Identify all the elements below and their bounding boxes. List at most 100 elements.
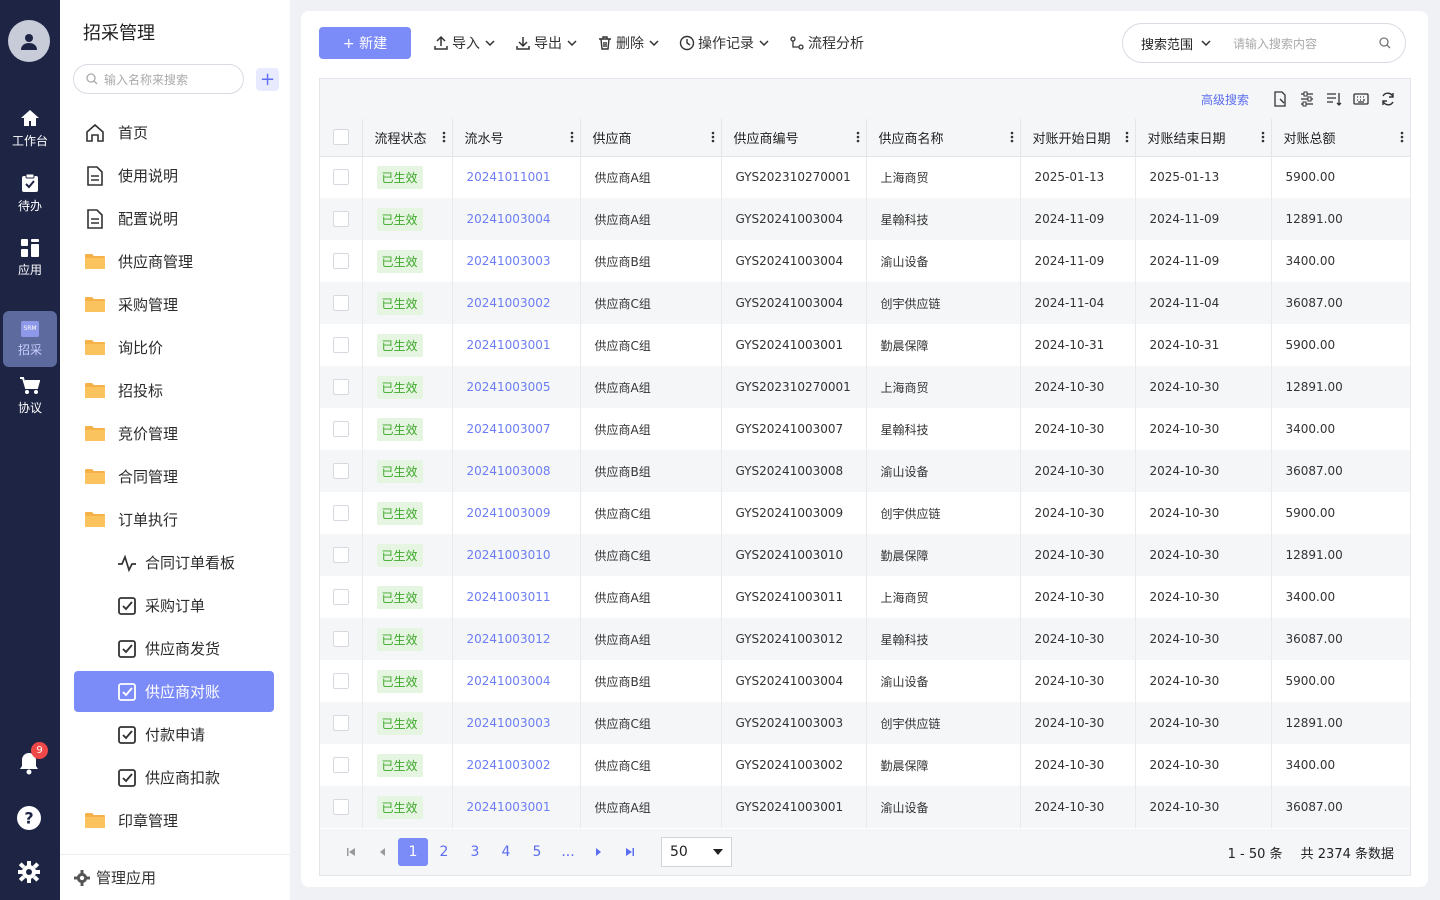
rail-item-srm[interactable]: SRM 招采: [3, 311, 57, 367]
flow-analysis-button[interactable]: 流程分析: [789, 33, 864, 53]
serial-cell[interactable]: 20241003004: [452, 198, 581, 240]
serial-cell[interactable]: 20241003001: [452, 786, 581, 828]
prev-page-button[interactable]: [367, 838, 397, 866]
sidebar-item-16[interactable]: 印章管理: [74, 799, 274, 842]
serial-link[interactable]: 20241003003: [467, 254, 551, 268]
serial-link[interactable]: 20241003004: [467, 674, 551, 688]
column-menu-icon[interactable]: [570, 131, 574, 143]
next-page-button[interactable]: [584, 838, 614, 866]
refresh-icon[interactable]: [1380, 91, 1396, 107]
serial-cell[interactable]: 20241003009: [452, 492, 581, 534]
serial-link[interactable]: 20241003010: [467, 548, 551, 562]
table-row[interactable]: 已生效 20241003012 供应商A组 GYS20241003012 星翰科技 202…: [320, 618, 1411, 660]
serial-cell[interactable]: 20241003005: [452, 366, 581, 408]
page-button[interactable]: 5: [522, 838, 552, 866]
table-row[interactable]: 已生效 20241011001 供应商A组 GYS202310270001 上海商贸 20…: [320, 156, 1411, 198]
serial-cell[interactable]: 20241003007: [452, 408, 581, 450]
serial-link[interactable]: 20241003001: [467, 800, 551, 814]
table-row[interactable]: 已生效 20241003011 供应商A组 GYS20241003011 上海商贸 202…: [320, 576, 1411, 618]
serial-cell[interactable]: 20241003010: [452, 534, 581, 576]
serial-link[interactable]: 20241003001: [467, 338, 551, 352]
column-menu-icon[interactable]: [1125, 131, 1129, 143]
column-header-3[interactable]: 供应商编号: [721, 119, 867, 157]
sidebar-item-9[interactable]: 订单执行: [74, 498, 274, 541]
help-button[interactable]: ?: [14, 803, 44, 833]
rail-item-clipboard[interactable]: 待办: [3, 165, 57, 221]
serial-cell[interactable]: 20241003003: [452, 702, 581, 744]
sidebar-search-input[interactable]: 输入名称来搜索: [73, 64, 244, 94]
rail-item-apps[interactable]: 应用: [3, 230, 57, 286]
page-button[interactable]: 1: [398, 838, 428, 866]
sidebar-item-2[interactable]: 配置说明: [74, 197, 274, 240]
sidebar-item-8[interactable]: 合同管理: [74, 455, 274, 498]
page-button[interactable]: 3: [460, 838, 490, 866]
serial-link[interactable]: 20241003002: [467, 296, 551, 310]
sidebar-add-button[interactable]: +: [256, 68, 279, 91]
column-header-7[interactable]: 对账总额: [1271, 119, 1411, 157]
sidebar-item-11[interactable]: 采购订单: [74, 584, 274, 627]
column-menu-icon[interactable]: [1400, 131, 1404, 143]
serial-cell[interactable]: 20241003003: [452, 240, 581, 282]
sidebar-item-13[interactable]: 供应商对账: [74, 671, 274, 712]
row-checkbox[interactable]: [320, 408, 363, 450]
serial-link[interactable]: 20241003009: [467, 506, 551, 520]
sidebar-item-4[interactable]: 采购管理: [74, 283, 274, 326]
row-checkbox[interactable]: [320, 450, 363, 492]
sidebar-item-15[interactable]: 供应商扣款: [74, 756, 274, 799]
column-menu-icon[interactable]: [711, 131, 715, 143]
row-checkbox[interactable]: [320, 618, 363, 660]
row-checkbox[interactable]: [320, 240, 363, 282]
sort-icon[interactable]: [1326, 91, 1342, 107]
row-checkbox[interactable]: [320, 282, 363, 324]
row-checkbox[interactable]: [320, 744, 363, 786]
import-button[interactable]: 导入: [433, 33, 495, 53]
serial-cell[interactable]: 20241003011: [452, 576, 581, 618]
row-checkbox[interactable]: [320, 534, 363, 576]
serial-link[interactable]: 20241003011: [467, 590, 551, 604]
rail-item-cart[interactable]: 协议: [3, 368, 57, 424]
sidebar-item-12[interactable]: 供应商发货: [74, 627, 274, 670]
search-input[interactable]: 请输入搜索内容: [1233, 35, 1379, 52]
column-header-6[interactable]: 对账结束日期: [1135, 119, 1272, 157]
column-header-0[interactable]: 流程状态: [362, 119, 453, 157]
sidebar-item-0[interactable]: 首页: [74, 111, 274, 154]
notification-button[interactable]: 9: [14, 742, 48, 778]
table-row[interactable]: 已生效 20241003008 供应商B组 GYS20241003008 渝山设备 202…: [320, 450, 1411, 492]
table-row[interactable]: 已生效 20241003002 供应商C组 GYS20241003004 创宇供应链 20…: [320, 282, 1411, 324]
sidebar-item-14[interactable]: 付款申请: [74, 713, 274, 756]
manage-apps-button[interactable]: 管理应用: [60, 854, 290, 900]
column-header-2[interactable]: 供应商: [580, 119, 722, 157]
delete-button[interactable]: 删除: [597, 33, 659, 53]
column-header-5[interactable]: 对账开始日期: [1020, 119, 1136, 157]
table-row[interactable]: 已生效 20241003010 供应商C组 GYS20241003010 勤晨保障 202…: [320, 534, 1411, 576]
table-row[interactable]: 已生效 20241003004 供应商B组 GYS20241003004 渝山设备 202…: [320, 660, 1411, 702]
serial-link[interactable]: 20241003004: [467, 212, 551, 226]
serial-cell[interactable]: 20241003004: [452, 660, 581, 702]
table-row[interactable]: 已生效 20241003005 供应商A组 GYS202310270001 上海商贸 20…: [320, 366, 1411, 408]
first-page-button[interactable]: [336, 838, 366, 866]
page-size-select[interactable]: 50: [661, 837, 732, 867]
table-row[interactable]: 已生效 20241003004 供应商A组 GYS20241003004 星翰科技 202…: [320, 198, 1411, 240]
column-menu-icon[interactable]: [1010, 131, 1014, 143]
page-button[interactable]: ...: [553, 838, 583, 866]
serial-cell[interactable]: 20241003008: [452, 450, 581, 492]
row-checkbox[interactable]: [320, 324, 363, 366]
serial-link[interactable]: 20241003002: [467, 758, 551, 772]
table-row[interactable]: 已生效 20241003003 供应商B组 GYS20241003004 渝山设备 202…: [320, 240, 1411, 282]
row-checkbox[interactable]: [320, 198, 363, 240]
select-all-checkbox[interactable]: [320, 119, 363, 157]
avatar[interactable]: [8, 20, 50, 62]
row-checkbox[interactable]: [320, 492, 363, 534]
export-button[interactable]: 导出: [515, 33, 577, 53]
sidebar-item-10[interactable]: 合同订单看板: [74, 541, 274, 584]
table-row[interactable]: 已生效 20241003009 供应商C组 GYS20241003009 创宇供应链 20…: [320, 492, 1411, 534]
table-row[interactable]: 已生效 20241003007 供应商A组 GYS20241003007 星翰科技 202…: [320, 408, 1411, 450]
table-row[interactable]: 已生效 20241003001 供应商A组 GYS20241003001 渝山设备 202…: [320, 786, 1411, 828]
row-checkbox[interactable]: [320, 660, 363, 702]
serial-cell[interactable]: 20241003002: [452, 744, 581, 786]
serial-cell[interactable]: 20241011001: [452, 156, 581, 198]
search-button[interactable]: [1379, 37, 1391, 49]
row-checkbox[interactable]: [320, 702, 363, 744]
serial-cell[interactable]: 20241003001: [452, 324, 581, 366]
sidebar-item-3[interactable]: 供应商管理: [74, 240, 274, 283]
